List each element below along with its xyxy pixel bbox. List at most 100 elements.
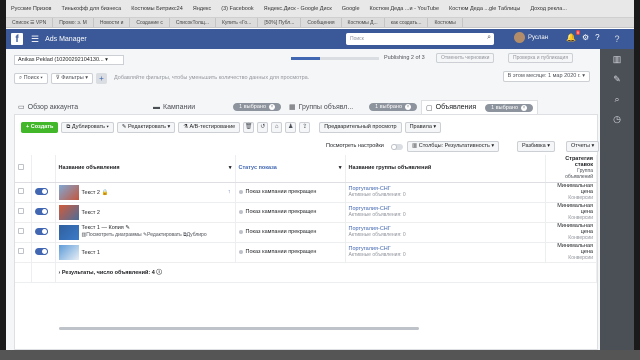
tab-ads[interactable]: ▢ Объявления 1 выбрано × <box>421 100 538 114</box>
edit-link[interactable]: Редактировать <box>147 232 182 238</box>
table-row[interactable]: Текст 2 🔒 ↑ Показ кампании прекращен Порт… <box>15 182 597 203</box>
view-settings-toggle[interactable] <box>391 144 403 150</box>
rules-button[interactable]: Правила ▾ <box>404 121 442 133</box>
bookmark[interactable]: Яндекс <box>188 6 217 12</box>
tag-icon[interactable]: ⌂ <box>271 121 283 133</box>
browser-tab[interactable]: Сообщения <box>301 18 342 27</box>
date-range-button[interactable]: В этом месяце: 1 мар 2020 г. ▾ <box>502 71 590 82</box>
row-checkbox[interactable] <box>18 208 24 214</box>
campaigns-selected-pill[interactable]: 1 выбрано × <box>233 103 281 111</box>
browser-tab[interactable]: [50%] Публ... <box>258 18 302 27</box>
browser-tab[interactable]: Список ☰ VPN <box>6 18 54 27</box>
browser-tab[interactable]: СписокТолщ... <box>170 18 217 27</box>
browser-tab[interactable]: как создать... <box>385 18 429 27</box>
filters-button[interactable]: ⊽ Фильтры ▾ <box>50 72 93 84</box>
table-row[interactable]: Текст 1 Показ кампании прекращен Португа… <box>15 242 597 263</box>
user-profile[interactable]: Руслан <box>514 32 548 43</box>
ad-name[interactable]: Текст 2 <box>82 189 100 195</box>
bookmark[interactable]: Яндекс.Диск - Google Диск <box>259 6 337 12</box>
horizontal-scrollbar[interactable] <box>59 327 419 330</box>
adsets-selected-pill[interactable]: 1 выбрано × <box>369 103 417 111</box>
browser-tab[interactable]: Промо: э. M <box>53 18 94 27</box>
bookmark[interactable]: Костюмы Битрикс24 <box>126 6 188 12</box>
columns-button[interactable]: ▥ Столбцы: Результативность ▾ <box>407 141 500 152</box>
bookmark[interactable]: Костюм Деда ...и - YouTube <box>365 6 445 12</box>
tab-adsets[interactable]: ▦ Группы объявл... 1 выбрано × <box>285 100 421 114</box>
preview-button[interactable]: Предварительный просмотр <box>319 121 402 133</box>
browser-tab[interactable]: Костюмы Д... <box>342 18 385 27</box>
search-input[interactable]: Поиск ⌕ <box>346 33 494 45</box>
people-icon[interactable]: ♟ <box>285 121 297 133</box>
bookmark[interactable]: Русские Призов <box>6 6 56 12</box>
sort-icon[interactable]: ▾ <box>339 165 342 171</box>
reports-button[interactable]: Отчеты ▾ <box>566 141 600 152</box>
add-filter-button[interactable]: + <box>96 72 107 84</box>
close-icon[interactable]: × <box>405 104 411 110</box>
ad-toggle[interactable] <box>34 227 48 235</box>
breakdown-button[interactable]: Разбивка ▾ <box>517 141 555 152</box>
notifications-icon[interactable]: 🔔 9 <box>566 30 580 42</box>
search-button[interactable]: ⌕ Поиск ▾ <box>14 72 48 84</box>
view-charts-link[interactable]: Посмотреть диаграммы <box>86 232 141 238</box>
delete-icon[interactable]: 🗑 <box>243 121 255 133</box>
edit-button[interactable]: ✎ Редактировать ▾ <box>116 121 176 133</box>
pencil-icon[interactable]: ✎ <box>600 69 634 89</box>
browser-tab[interactable]: Купить «Го... <box>216 18 259 27</box>
ads-selected-pill[interactable]: 1 выбрано × <box>485 103 533 112</box>
menu-icon[interactable]: ☰ <box>31 34 39 45</box>
bookmark[interactable]: Доход рекла... <box>525 6 572 12</box>
column-header-strategy[interactable]: Стратегия ставок Группа объявлений <box>545 155 597 183</box>
discard-drafts-button[interactable]: Отменить черновики <box>436 53 495 63</box>
create-button[interactable]: + Создать <box>21 121 59 133</box>
ad-name[interactable]: Текст 1 — Копия <box>82 225 124 231</box>
review-publish-button[interactable]: Проверка и публикация <box>508 53 574 63</box>
browser-tab[interactable]: Новости и <box>94 18 131 27</box>
bookmark[interactable]: Костюм Деда ...gle Таблицы <box>444 6 525 12</box>
help-icon[interactable]: ? <box>600 29 634 49</box>
row-checkbox[interactable] <box>18 248 24 254</box>
tab-account-overview[interactable]: ▭ Обзор аккаунта <box>14 100 149 114</box>
duplicate-button[interactable]: ⧉ Дублировать ▾ <box>61 121 114 133</box>
table-row[interactable]: Текст 1 — Копия ✎ ▥Посмотреть диаграммы … <box>15 222 597 243</box>
account-name: Anikas Peklad (10200292104130... <box>18 57 104 63</box>
bookmark[interactable]: (3) Facebook <box>216 6 258 12</box>
search-icon[interactable]: ⌕ <box>600 89 634 109</box>
column-header-status[interactable]: Статус показа ▾ <box>235 155 346 183</box>
duplicate-link[interactable]: Дублиро <box>187 232 207 238</box>
column-header-name[interactable]: Название объявления ▾ <box>55 155 236 183</box>
info-icon[interactable]: ⓘ <box>156 270 162 276</box>
table-row[interactable]: Текст 2 Показ кампании прекращен Португа… <box>15 202 597 223</box>
ab-test-button[interactable]: ⚗ A/B-тестирование <box>178 121 241 133</box>
ad-name[interactable]: Текст 1 <box>82 249 100 255</box>
bookmark[interactable]: Google <box>337 6 365 12</box>
columns-label: Столбцы: Результативность <box>418 143 490 149</box>
column-header-adset[interactable]: Название группы объявлений <box>345 155 546 183</box>
ad-toggle[interactable] <box>34 187 48 195</box>
tab-campaigns[interactable]: ▬ Кампании 1 выбрано × <box>149 100 285 114</box>
row-checkbox[interactable] <box>18 188 24 194</box>
bookmark[interactable]: Тинькофф для бизнеса <box>56 6 126 12</box>
browser-tab[interactable]: Создание с <box>130 18 170 27</box>
pencil-icon[interactable]: ✎ <box>125 225 130 231</box>
search-icon[interactable]: ⌕ <box>487 34 491 42</box>
chevron-right-icon[interactable]: › <box>59 270 61 276</box>
strategy-sub: Конверсии <box>568 235 593 241</box>
close-icon[interactable]: × <box>521 104 527 111</box>
ad-name[interactable]: Текст 2 <box>82 209 100 215</box>
chart-icon[interactable]: ▥ <box>600 49 634 69</box>
row-checkbox[interactable] <box>18 228 24 234</box>
ad-toggle[interactable] <box>34 207 48 215</box>
ad-toggle[interactable] <box>34 247 48 255</box>
settings-icon[interactable]: ⚙ <box>582 33 589 42</box>
select-all-checkbox[interactable] <box>18 164 24 171</box>
facebook-logo-icon[interactable]: f <box>11 33 23 45</box>
close-icon[interactable]: × <box>269 104 275 110</box>
account-selector[interactable]: Anikas Peklad (10200292104130... ▾ <box>14 55 124 65</box>
undo-icon[interactable]: ↺ <box>257 121 269 133</box>
help-icon[interactable]: ? <box>595 33 599 42</box>
browser-tab[interactable]: Костюмы <box>428 18 463 27</box>
status-text: Показ кампании прекращен <box>245 209 317 215</box>
clock-icon[interactable]: ◷ <box>600 109 634 129</box>
share-icon[interactable]: ⇪ <box>299 121 311 133</box>
sort-icon[interactable]: ▾ <box>229 165 232 171</box>
